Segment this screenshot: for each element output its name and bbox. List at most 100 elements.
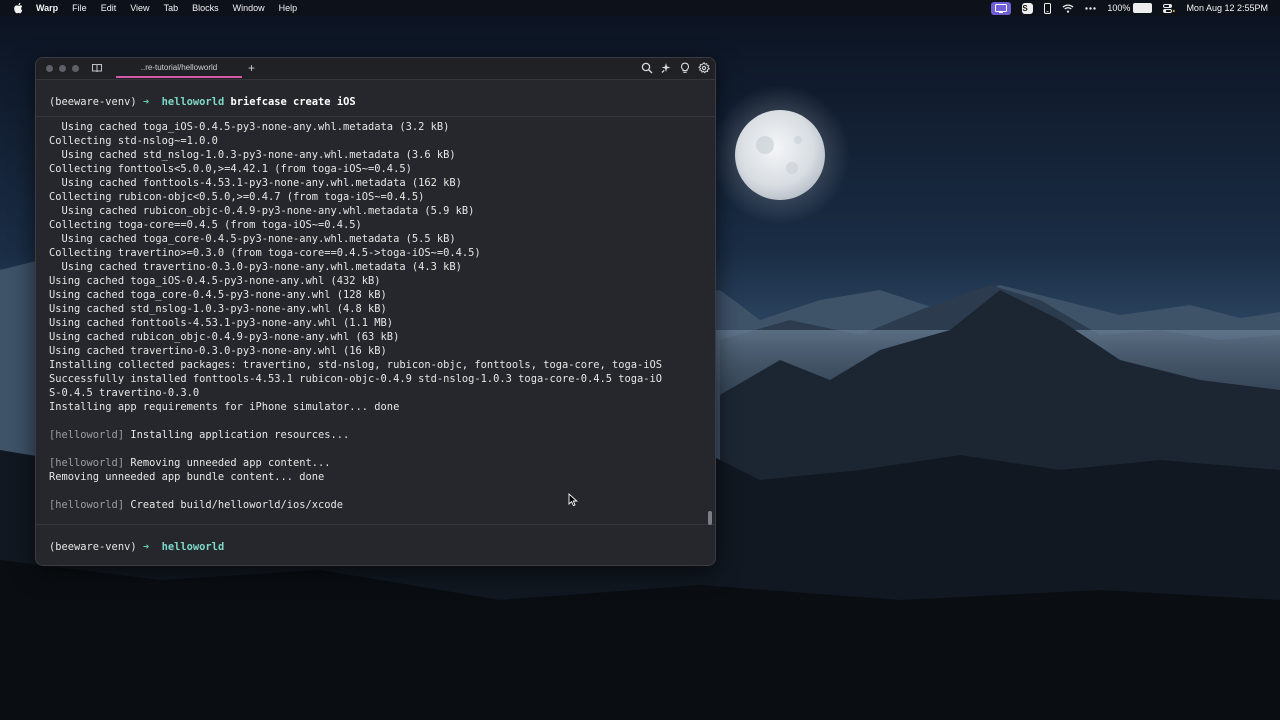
output-line: Using cached toga_iOS-0.4.5-py3-none-any… — [49, 274, 699, 288]
menu-tab[interactable]: Tab — [164, 0, 179, 16]
menu-edit[interactable]: Edit — [101, 0, 117, 16]
settings-gear-icon[interactable] — [698, 62, 710, 74]
output-line: S-0.4.5 travertino-0.3.0 — [49, 386, 699, 400]
block-divider — [36, 116, 715, 117]
phone-icon[interactable] — [1044, 2, 1052, 14]
log-tag: [helloworld] — [49, 499, 125, 511]
command-output-block[interactable]: Using cached toga_iOS-0.4.5-py3-none-any… — [49, 120, 699, 520]
output-line: Installing app requirements for iPhone s… — [49, 400, 699, 414]
terminal-scrollbar[interactable] — [708, 511, 712, 525]
output-text: Created build/helloworld/ios/xcode — [124, 499, 344, 511]
output-text: Removing unneeded app bundle content... … — [49, 471, 325, 483]
output-text: Collecting toga-core==0.4.5 (from toga-i… — [49, 219, 362, 231]
output-text: Collecting travertino>=0.3.0 (from toga-… — [49, 247, 481, 259]
output-text: Using cached fonttools-4.53.1-py3-none-a… — [49, 177, 462, 189]
output-text: Using cached rubicon_objc-0.4.9-py3-none… — [49, 331, 400, 343]
log-tag: [helloworld] — [49, 429, 125, 441]
output-line: [helloworld] Removing unneeded app conte… — [49, 456, 699, 470]
output-text: Using cached toga_iOS-0.4.5-py3-none-any… — [49, 121, 450, 133]
output-line: Using cached toga_iOS-0.4.5-py3-none-any… — [49, 120, 699, 134]
output-line: [helloworld] Installing application reso… — [49, 428, 699, 442]
output-text: Successfully installed fonttools-4.53.1 … — [49, 373, 663, 385]
venv-label: (beeware-venv) — [49, 96, 137, 108]
menu-window[interactable]: Window — [233, 0, 265, 16]
new-tab-button[interactable]: + — [248, 59, 255, 77]
menu-file[interactable]: File — [72, 0, 87, 16]
output-line: Collecting fonttools<5.0.0,>=4.42.1 (fro… — [49, 162, 699, 176]
output-line: Using cached travertino-0.3.0-py3-none-a… — [49, 260, 699, 274]
command-text: briefcase create iOS — [230, 96, 356, 108]
output-text: S-0.4.5 travertino-0.3.0 — [49, 387, 200, 399]
screen-recording-icon[interactable] — [991, 1, 1012, 15]
output-line: Using cached rubicon_objc-0.4.9-py3-none… — [49, 330, 699, 344]
output-line: [helloworld] Created build/helloworld/io… — [49, 498, 699, 512]
output-line: Using cached toga_core-0.4.5-py3-none-an… — [49, 232, 699, 246]
venv-label: (beeware-venv) — [49, 541, 137, 553]
tab-helloworld[interactable]: ..re-tutorial/helloworld — [116, 58, 242, 78]
warp-window: ..re-tutorial/helloworld + (beeware-venv… — [35, 57, 716, 566]
more-dots-icon[interactable] — [1085, 6, 1097, 10]
output-text: Using cached rubicon_objc-0.4.9-py3-none… — [49, 205, 475, 217]
output-text: Using cached fonttools-4.53.1-py3-none-a… — [49, 317, 394, 329]
wifi-icon[interactable] — [1062, 3, 1074, 13]
output-line: Removing unneeded app bundle content... … — [49, 470, 699, 484]
lightbulb-icon[interactable] — [679, 62, 691, 74]
cwd-label: helloworld — [161, 96, 225, 108]
output-line: Installing collected packages: travertin… — [49, 358, 699, 372]
input-divider — [36, 524, 715, 525]
output-text: Collecting rubicon-objc<0.5.0,>=0.4.7 (f… — [49, 191, 425, 203]
terminal-pane[interactable]: (beeware-venv) ➜ helloworld briefcase cr… — [36, 80, 715, 565]
prompt-arrow-icon: ➜ — [142, 96, 150, 108]
sidebar-book-icon[interactable] — [91, 62, 103, 74]
output-line: Using cached std_nslog-1.0.3-py3-none-an… — [49, 302, 699, 316]
active-prompt-input[interactable]: (beeware-venv) ➜ helloworld — [49, 540, 224, 554]
output-text: Removing unneeded app content... — [124, 457, 331, 469]
zoom-window-button[interactable] — [72, 65, 79, 72]
menu-help[interactable]: Help — [279, 0, 298, 16]
output-line: Collecting travertino>=0.3.0 (from toga-… — [49, 246, 699, 260]
output-line: Using cached fonttools-4.53.1-py3-none-a… — [49, 176, 699, 190]
menu-view[interactable]: View — [130, 0, 149, 16]
output-line: Successfully installed fonttools-4.53.1 … — [49, 372, 699, 386]
ai-sparkle-icon[interactable] — [660, 62, 672, 74]
search-icon[interactable] — [641, 62, 653, 74]
battery-icon[interactable] — [1133, 3, 1153, 13]
menu-app-name[interactable]: Warp — [36, 0, 58, 16]
minimize-window-button[interactable] — [59, 65, 66, 72]
app-s-icon[interactable]: S — [1022, 2, 1034, 14]
close-window-button[interactable] — [46, 65, 53, 72]
output-text: Using cached toga_iOS-0.4.5-py3-none-any… — [49, 275, 381, 287]
output-text: Using cached toga_core-0.4.5-py3-none-an… — [49, 289, 387, 301]
output-line: Using cached rubicon_objc-0.4.9-py3-none… — [49, 204, 699, 218]
apple-icon[interactable] — [13, 2, 23, 14]
output-line: Collecting rubicon-objc<0.5.0,>=0.4.7 (f… — [49, 190, 699, 204]
output-text: Installing collected packages: travertin… — [49, 359, 663, 371]
output-text: Using cached std_nslog-1.0.3-py3-none-an… — [49, 149, 456, 161]
control-center-icon[interactable] — [1163, 3, 1176, 13]
battery-percent: 100% — [1107, 3, 1131, 13]
output-text: Using cached std_nslog-1.0.3-py3-none-an… — [49, 303, 387, 315]
output-text: Using cached travertino-0.3.0-py3-none-a… — [49, 345, 387, 357]
output-line: Collecting std-nslog~=1.0.0 — [49, 134, 699, 148]
output-line: Using cached travertino-0.3.0-py3-none-a… — [49, 344, 699, 358]
output-line: Using cached fonttools-4.53.1-py3-none-a… — [49, 316, 699, 330]
title-bar: ..re-tutorial/helloworld + — [36, 58, 715, 80]
output-text: Collecting std-nslog~=1.0.0 — [49, 135, 218, 147]
clock-datetime[interactable]: Mon Aug 12 2:55PM — [1186, 0, 1268, 16]
prompt-arrow-icon: ➜ — [142, 541, 150, 553]
menu-bar-left: Warp File Edit View Tab Blocks Window He… — [0, 0, 297, 16]
menu-bar: Warp File Edit View Tab Blocks Window He… — [0, 0, 1280, 16]
cwd-label: helloworld — [161, 541, 225, 553]
prompt-line-previous: (beeware-venv) ➜ helloworld briefcase cr… — [49, 95, 356, 109]
menu-blocks[interactable]: Blocks — [192, 0, 219, 16]
menu-bar-status: S 100% Mon Aug 12 2:55PM — [980, 0, 1268, 16]
mouse-pointer-icon — [568, 493, 578, 507]
output-line: Using cached toga_core-0.4.5-py3-none-an… — [49, 288, 699, 302]
output-text: Installing application resources... — [124, 429, 350, 441]
output-line: Collecting toga-core==0.4.5 (from toga-i… — [49, 218, 699, 232]
output-text: Using cached travertino-0.3.0-py3-none-a… — [49, 261, 462, 273]
output-text: Installing app requirements for iPhone s… — [49, 401, 400, 413]
